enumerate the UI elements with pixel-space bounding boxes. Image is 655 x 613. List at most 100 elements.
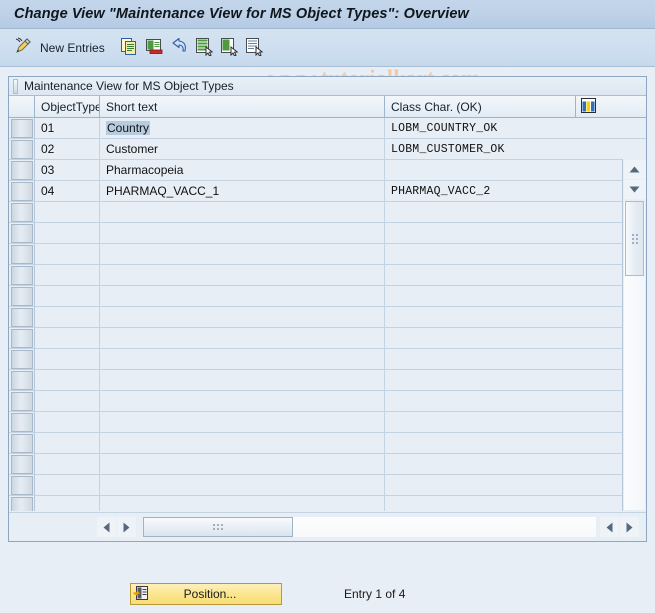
- cell-object-type[interactable]: [35, 496, 100, 511]
- row-select-button[interactable]: [9, 391, 35, 411]
- row-select-button[interactable]: [9, 244, 35, 264]
- horizontal-scrollbar[interactable]: [9, 512, 646, 541]
- row-select-button[interactable]: [9, 412, 35, 432]
- cell-object-type[interactable]: [35, 265, 100, 285]
- cell-short-text[interactable]: [100, 370, 385, 390]
- column-config-button[interactable]: [576, 96, 600, 117]
- cell-short-text[interactable]: [100, 307, 385, 327]
- row-select-button[interactable]: [9, 328, 35, 348]
- select-all-rows-header[interactable]: [9, 96, 35, 117]
- cell-class-char[interactable]: [385, 160, 576, 180]
- cell-short-text[interactable]: Country: [100, 118, 385, 138]
- table-row[interactable]: [9, 265, 646, 286]
- cell-class-char[interactable]: [385, 286, 576, 306]
- cell-class-char[interactable]: LOBM_CUSTOMER_OK: [385, 139, 576, 159]
- cell-class-char[interactable]: [385, 412, 576, 432]
- horizontal-scroll-thumb[interactable]: [143, 517, 293, 537]
- position-button[interactable]: Position...: [130, 583, 282, 605]
- cell-object-type[interactable]: 01: [35, 118, 100, 138]
- cell-short-text[interactable]: [100, 454, 385, 474]
- cell-object-type[interactable]: [35, 433, 100, 453]
- copy-as-button[interactable]: [117, 35, 142, 61]
- cell-class-char[interactable]: [385, 223, 576, 243]
- cell-object-type[interactable]: [35, 328, 100, 348]
- row-select-button[interactable]: [9, 118, 35, 138]
- edit-button[interactable]: [10, 35, 36, 61]
- table-row[interactable]: [9, 223, 646, 244]
- cell-short-text[interactable]: Pharmacopeia: [100, 160, 385, 180]
- table-row[interactable]: 04 PHARMAQ_VACC_1 PHARMAQ_VACC_2: [9, 181, 646, 202]
- cell-short-text[interactable]: PHARMAQ_VACC_1: [100, 181, 385, 201]
- row-select-button[interactable]: [9, 496, 35, 511]
- row-select-button[interactable]: [9, 433, 35, 453]
- row-select-button[interactable]: [9, 265, 35, 285]
- table-row[interactable]: [9, 370, 646, 391]
- table-row[interactable]: 01 Country LOBM_COUNTRY_OK: [9, 118, 646, 139]
- row-select-button[interactable]: [9, 223, 35, 243]
- cell-class-char[interactable]: [385, 454, 576, 474]
- row-select-button[interactable]: [9, 370, 35, 390]
- table-row[interactable]: [9, 202, 646, 223]
- table-row[interactable]: [9, 286, 646, 307]
- cell-object-type[interactable]: [35, 349, 100, 369]
- scroll-left-button[interactable]: [97, 517, 116, 537]
- table-row[interactable]: [9, 349, 646, 370]
- undo-button[interactable]: [167, 35, 192, 61]
- table-row[interactable]: [9, 475, 646, 496]
- column-header-class-char[interactable]: Class Char. (OK): [385, 96, 576, 117]
- cell-short-text[interactable]: [100, 265, 385, 285]
- cell-short-text[interactable]: [100, 223, 385, 243]
- cell-short-text[interactable]: [100, 328, 385, 348]
- cell-short-text[interactable]: [100, 496, 385, 511]
- row-select-button[interactable]: [9, 139, 35, 159]
- row-select-button[interactable]: [9, 286, 35, 306]
- cell-short-text[interactable]: [100, 391, 385, 411]
- table-row[interactable]: [9, 412, 646, 433]
- cell-object-type[interactable]: [35, 307, 100, 327]
- row-select-button[interactable]: [9, 160, 35, 180]
- table-row[interactable]: [9, 244, 646, 265]
- row-select-button[interactable]: [9, 349, 35, 369]
- table-row[interactable]: 03 Pharmacopeia: [9, 160, 646, 181]
- table-row[interactable]: [9, 496, 646, 511]
- cell-class-char[interactable]: [385, 202, 576, 222]
- vertical-scroll-track[interactable]: [624, 201, 645, 510]
- cell-class-char[interactable]: [385, 370, 576, 390]
- table-row[interactable]: [9, 433, 646, 454]
- row-select-button[interactable]: [9, 181, 35, 201]
- cell-class-char[interactable]: PHARMAQ_VACC_2: [385, 181, 576, 201]
- cell-short-text[interactable]: [100, 286, 385, 306]
- scroll-down-button[interactable]: [623, 180, 646, 199]
- cell-object-type[interactable]: [35, 391, 100, 411]
- cell-class-char[interactable]: [385, 328, 576, 348]
- cell-class-char[interactable]: [385, 244, 576, 264]
- deselect-all-button[interactable]: [217, 35, 242, 61]
- horizontal-scroll-track[interactable]: [143, 517, 596, 537]
- cell-object-type[interactable]: [35, 286, 100, 306]
- cell-class-char[interactable]: [385, 433, 576, 453]
- delete-button[interactable]: [142, 35, 167, 61]
- cell-object-type[interactable]: [35, 475, 100, 495]
- scroll-up-button[interactable]: [623, 160, 646, 179]
- cell-object-type[interactable]: 04: [35, 181, 100, 201]
- vertical-scroll-thumb[interactable]: [625, 201, 644, 276]
- select-block-button[interactable]: [242, 35, 267, 61]
- row-select-button[interactable]: [9, 454, 35, 474]
- cell-short-text[interactable]: [100, 244, 385, 264]
- column-header-short-text[interactable]: Short text: [100, 96, 385, 117]
- table-row[interactable]: 02 Customer LOBM_CUSTOMER_OK: [9, 139, 646, 160]
- cell-short-text[interactable]: [100, 202, 385, 222]
- cell-object-type[interactable]: [35, 412, 100, 432]
- table-row[interactable]: [9, 454, 646, 475]
- row-select-button[interactable]: [9, 475, 35, 495]
- new-entries-label[interactable]: New Entries: [36, 41, 111, 55]
- scroll-right-end-button[interactable]: [620, 517, 639, 537]
- vertical-scrollbar[interactable]: [622, 159, 646, 511]
- cell-object-type[interactable]: [35, 370, 100, 390]
- cell-object-type[interactable]: [35, 244, 100, 264]
- cell-short-text[interactable]: Customer: [100, 139, 385, 159]
- column-header-object-type[interactable]: ObjectType: [35, 96, 100, 117]
- cell-class-char[interactable]: LOBM_COUNTRY_OK: [385, 118, 576, 138]
- select-all-button[interactable]: [192, 35, 217, 61]
- cell-short-text[interactable]: [100, 475, 385, 495]
